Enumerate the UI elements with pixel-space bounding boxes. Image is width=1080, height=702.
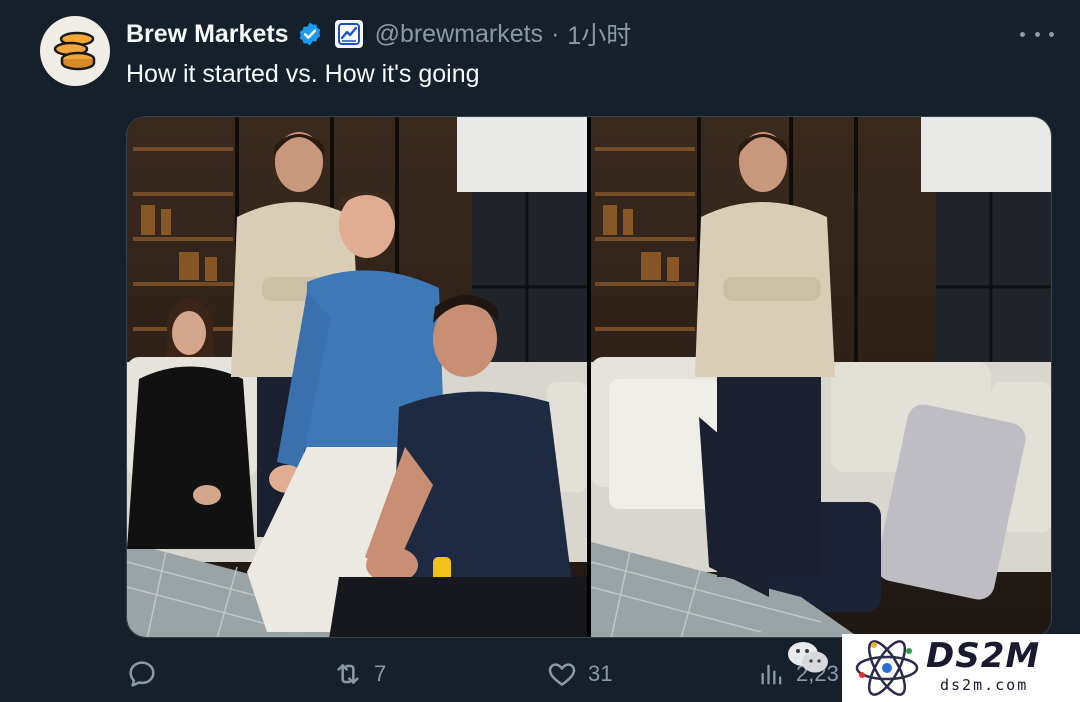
reply-icon: [129, 661, 155, 687]
chart-affiliate-icon[interactable]: [334, 20, 363, 48]
coin-stack-logo: [53, 31, 96, 71]
verified-badge-icon: [297, 21, 323, 47]
retweet-button[interactable]: 7: [332, 658, 386, 690]
tweet-media[interactable]: [126, 116, 1052, 638]
author-avatar[interactable]: [40, 16, 110, 86]
more-dots-icon[interactable]: [1020, 22, 1054, 46]
like-button[interactable]: 31: [546, 658, 612, 690]
more-dot: [1034, 31, 1040, 37]
site-watermark: DS2M ds2m.com: [842, 634, 1080, 702]
tweet-header: Brew Markets @brewmarkets · 1小时: [126, 16, 631, 52]
photo-one-person-standing[interactable]: [591, 117, 1051, 637]
tweet-timestamp[interactable]: 1小时: [567, 16, 631, 52]
retweet-icon: [337, 664, 359, 684]
author-name[interactable]: Brew Markets: [126, 20, 289, 49]
watermark-url: ds2m.com: [940, 676, 1029, 694]
more-dot: [1020, 31, 1025, 37]
views-icon: [761, 664, 782, 685]
atom-logo-icon: [855, 640, 919, 696]
header-separator: ·: [551, 19, 560, 48]
retweet-count: 7: [374, 661, 387, 686]
wechat-icon: [788, 642, 828, 673]
tweet-text: How it started vs. How it's going: [126, 60, 480, 88]
tweet-actions: 7 31 2,23: [126, 658, 886, 698]
more-dot: [1049, 31, 1054, 37]
watermark-title: DS2M: [926, 636, 1041, 676]
reply-button[interactable]: [126, 658, 168, 690]
author-handle[interactable]: @brewmarkets: [375, 20, 543, 49]
like-count: 31: [588, 661, 613, 686]
group-photo-four-people[interactable]: [127, 117, 587, 637]
like-icon: [548, 663, 576, 686]
